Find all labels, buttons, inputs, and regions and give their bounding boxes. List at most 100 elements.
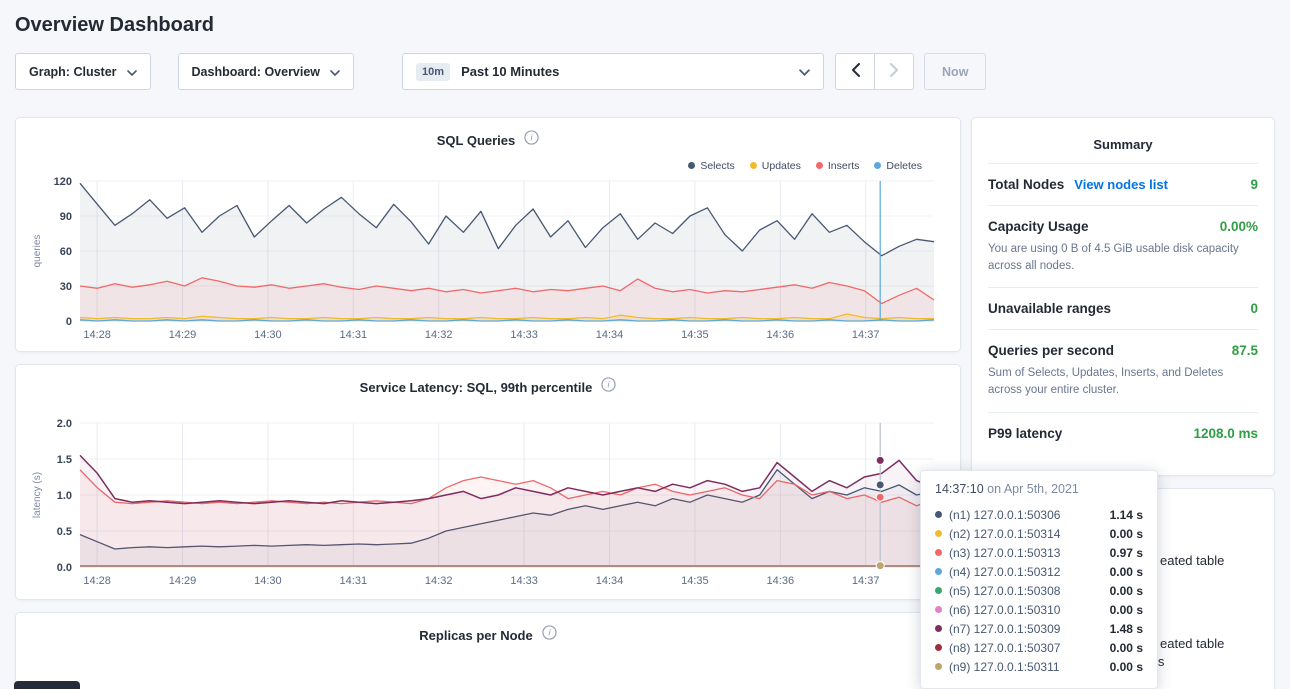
svg-text:latency (s): latency (s): [32, 472, 43, 518]
node-address: (n3) 127.0.0.1:50313: [949, 546, 1060, 560]
tooltip-node-row: (n6) 127.0.0.1:503100.00 s: [935, 600, 1143, 619]
summary-row-total-nodes: Total Nodes View nodes list 9: [988, 163, 1258, 205]
sql-queries-chart[interactable]: 030609012014:2814:2914:3014:3114:3214:33…: [28, 173, 948, 343]
charts-column: SQL Queries i SelectsUpdatesInsertsDelet…: [15, 117, 961, 689]
chevron-down-icon: [127, 65, 137, 79]
legend-item-deletes[interactable]: Deletes: [874, 158, 922, 173]
node-latency-value: 0.00 s: [1110, 565, 1143, 579]
svg-text:14:29: 14:29: [169, 575, 197, 587]
svg-text:14:31: 14:31: [340, 329, 368, 341]
summary-label: Total Nodes: [988, 177, 1064, 192]
legend-label: Inserts: [828, 160, 860, 172]
svg-text:60: 60: [60, 246, 72, 258]
now-button[interactable]: Now: [924, 53, 986, 90]
view-nodes-link[interactable]: View nodes list: [1074, 177, 1168, 192]
time-range-badge: 10m: [416, 63, 450, 81]
svg-text:14:36: 14:36: [767, 575, 795, 587]
tooltip-node-row: (n3) 127.0.0.1:503130.97 s: [935, 543, 1143, 562]
dashboard-dropdown-label: Dashboard: Overview: [192, 65, 321, 79]
svg-text:14:29: 14:29: [169, 329, 197, 341]
tooltip-timestamp: 14:37:10 on Apr 5th, 2021: [935, 482, 1143, 496]
svg-text:queries: queries: [32, 235, 43, 268]
service-latency-card: Service Latency: SQL, 99th percentile i …: [15, 364, 961, 600]
summary-row-queries-per-second: Queries per second 87.5 Sum of Selects, …: [988, 329, 1258, 411]
node-latency-value: 0.00 s: [1110, 527, 1143, 541]
graph-dropdown[interactable]: Graph: Cluster: [15, 53, 151, 90]
time-range-picker[interactable]: 10m Past 10 Minutes: [402, 53, 824, 90]
time-range-label: Past 10 Minutes: [461, 64, 559, 79]
legend-item-selects[interactable]: Selects: [688, 158, 734, 173]
node-color-dot: [935, 625, 942, 632]
svg-text:14:33: 14:33: [510, 329, 538, 341]
replicas-per-node-card: Replicas per Node i: [15, 612, 961, 689]
time-next-button[interactable]: [874, 53, 914, 90]
svg-text:14:37: 14:37: [852, 575, 880, 587]
chart-legend: Selects Updates Inserts Deletes: [28, 158, 948, 173]
svg-text:2.0: 2.0: [57, 418, 72, 430]
node-latency-value: 0.00 s: [1110, 660, 1143, 674]
svg-text:120: 120: [54, 176, 72, 188]
info-icon[interactable]: i: [601, 377, 616, 397]
chevron-down-icon: [330, 65, 340, 79]
legend-dot: [688, 162, 695, 169]
svg-text:0.0: 0.0: [57, 562, 72, 574]
node-address: (n2) 127.0.0.1:50314: [949, 527, 1060, 541]
tooltip-node-row: (n5) 127.0.0.1:503080.00 s: [935, 581, 1143, 600]
node-color-dot: [935, 606, 942, 613]
event-item: eated table: [1160, 636, 1224, 651]
chevron-down-icon: [799, 63, 810, 81]
node-latency-value: 1.14 s: [1110, 508, 1143, 522]
page-title: Overview Dashboard: [15, 14, 1290, 37]
node-latency-value: 1.48 s: [1110, 622, 1143, 636]
summary-value: 0.00%: [1220, 219, 1258, 234]
svg-text:14:31: 14:31: [340, 575, 368, 587]
summary-value: 0: [1250, 301, 1258, 316]
dashboard-dropdown[interactable]: Dashboard: Overview: [178, 53, 355, 90]
node-color-dot: [935, 663, 942, 670]
svg-text:1.5: 1.5: [57, 454, 72, 466]
chart-hover-tooltip: 14:37:10 on Apr 5th, 2021 (n1) 127.0.0.1…: [920, 470, 1158, 689]
svg-text:14:35: 14:35: [681, 575, 709, 587]
summary-label: P99 latency: [988, 426, 1062, 441]
legend-dot: [874, 162, 881, 169]
tooltip-node-row: (n1) 127.0.0.1:50306 1.14 s: [935, 505, 1143, 524]
tooltip-node-row: (n8) 127.0.0.1:503070.00 s: [935, 638, 1143, 657]
partial-tooltip-bottom-left: [14, 681, 80, 689]
legend-label: Deletes: [886, 160, 922, 172]
time-prev-button[interactable]: [835, 53, 875, 90]
legend-item-inserts[interactable]: Inserts: [816, 158, 860, 173]
node-color-dot: [935, 549, 942, 556]
svg-text:0: 0: [66, 316, 72, 328]
summary-label: Unavailable ranges: [988, 301, 1111, 316]
service-latency-chart[interactable]: 0.00.51.01.52.014:2814:2914:3014:3114:32…: [28, 403, 948, 589]
node-address: (n7) 127.0.0.1:50309: [949, 622, 1060, 636]
node-address: (n5) 127.0.0.1:50308: [949, 584, 1060, 598]
summary-row-capacity-usage: Capacity Usage 0.00% You are using 0 B o…: [988, 205, 1258, 287]
legend-dot: [816, 162, 823, 169]
tooltip-node-row: (n4) 127.0.0.1:50312 0.00 s: [935, 562, 1143, 581]
svg-text:14:33: 14:33: [510, 575, 538, 587]
node-address: (n4) 127.0.0.1:50312: [949, 565, 1060, 579]
chevron-right-icon: [890, 63, 899, 80]
summary-row-p99-latency: P99 latency 1208.0 ms: [988, 412, 1258, 454]
node-color-dot: [935, 568, 942, 575]
node-color-dot: [935, 511, 942, 518]
node-address: (n1) 127.0.0.1:50306: [949, 508, 1060, 522]
tooltip-node-row: (n9) 127.0.0.1:503110.00 s: [935, 657, 1143, 676]
summary-row-unavailable-ranges: Unavailable ranges 0: [988, 287, 1258, 329]
summary-label: Capacity Usage: [988, 219, 1089, 234]
svg-text:i: i: [531, 133, 534, 143]
tooltip-date: on Apr 5th, 2021: [984, 482, 1079, 496]
info-icon[interactable]: i: [524, 130, 539, 150]
summary-label: Queries per second: [988, 343, 1114, 358]
summary-value: 9: [1250, 177, 1258, 192]
node-address: (n6) 127.0.0.1:50310: [949, 603, 1060, 617]
legend-dot: [750, 162, 757, 169]
node-color-dot: [935, 644, 942, 651]
svg-text:14:32: 14:32: [425, 575, 453, 587]
node-latency-value: 0.00 s: [1110, 641, 1143, 655]
time-nav-group: [835, 53, 914, 90]
summary-value: 1208.0 ms: [1193, 426, 1258, 441]
info-icon[interactable]: i: [542, 625, 557, 645]
legend-item-updates[interactable]: Updates: [750, 158, 801, 173]
